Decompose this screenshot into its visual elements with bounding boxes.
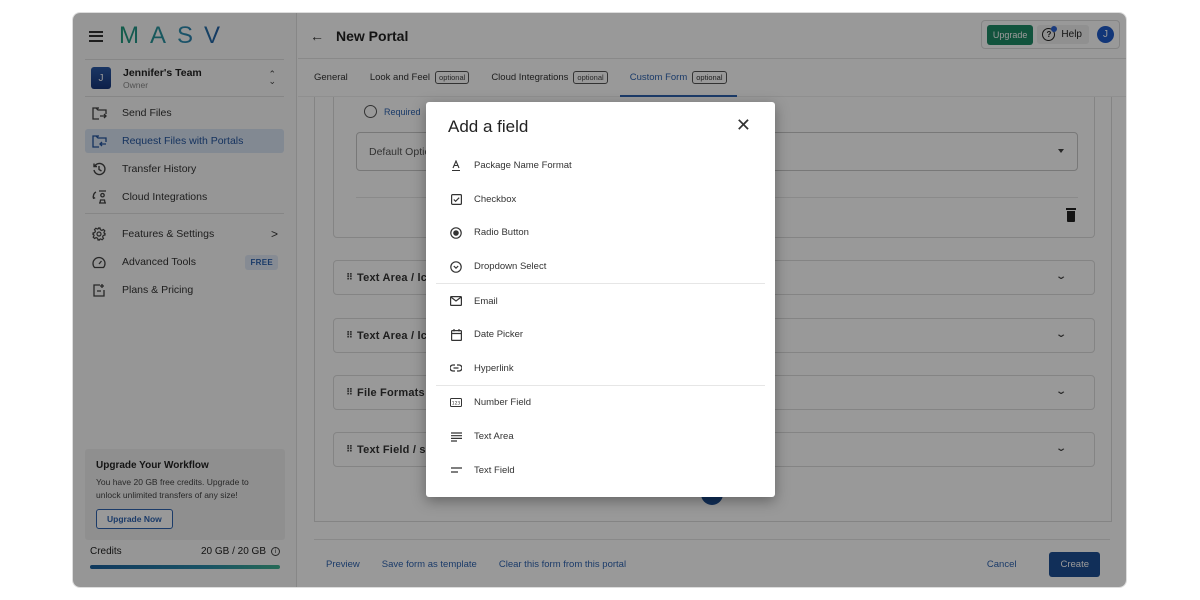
- field-option-checkbox[interactable]: Checkbox: [436, 183, 765, 217]
- dialog-title: Add a field: [448, 117, 529, 136]
- field-option-hyperlink[interactable]: Hyperlink: [436, 352, 765, 386]
- calendar-icon: [450, 328, 462, 341]
- email-icon: [450, 295, 462, 307]
- field-option-label: Text Area: [474, 431, 514, 443]
- field-type-list: Package Name Format Checkbox Radio Butto…: [436, 149, 765, 487]
- field-option-label: Radio Button: [474, 227, 529, 239]
- text-field-icon: [450, 464, 462, 476]
- field-option-label: Number Field: [474, 397, 532, 409]
- field-option-number-field[interactable]: 123 Number Field: [436, 386, 765, 420]
- field-option-label: Package Name Format: [474, 160, 572, 172]
- link-icon: [450, 362, 462, 374]
- field-option-date-picker[interactable]: Date Picker: [436, 318, 765, 352]
- field-option-text-field[interactable]: Text Field: [436, 453, 765, 487]
- field-option-label: Dropdown Select: [474, 261, 547, 273]
- field-option-label: Date Picker: [474, 329, 524, 341]
- field-option-label: Checkbox: [474, 193, 517, 205]
- field-option-email[interactable]: Email: [436, 284, 765, 318]
- field-option-label: Hyperlink: [474, 362, 514, 374]
- number-icon: 123: [450, 397, 462, 409]
- field-option-radio-button[interactable]: Radio Button: [436, 216, 765, 250]
- field-option-text-area[interactable]: Text Area: [436, 420, 765, 454]
- text-format-icon: [450, 160, 462, 172]
- svg-text:123: 123: [452, 401, 461, 407]
- checkbox-icon: [450, 193, 462, 205]
- field-option-label: Email: [474, 295, 498, 307]
- field-option-dropdown-select[interactable]: Dropdown Select: [436, 250, 765, 284]
- close-icon[interactable]: ✕: [736, 116, 751, 134]
- dropdown-circle-icon: [450, 260, 462, 273]
- add-field-dialog: Add a field ✕ Package Name Format Checkb…: [426, 102, 775, 497]
- field-option-label: Text Field: [474, 464, 515, 476]
- radio-button-icon: [450, 227, 462, 239]
- field-option-package-name-format[interactable]: Package Name Format: [436, 149, 765, 183]
- text-area-icon: [450, 431, 462, 443]
